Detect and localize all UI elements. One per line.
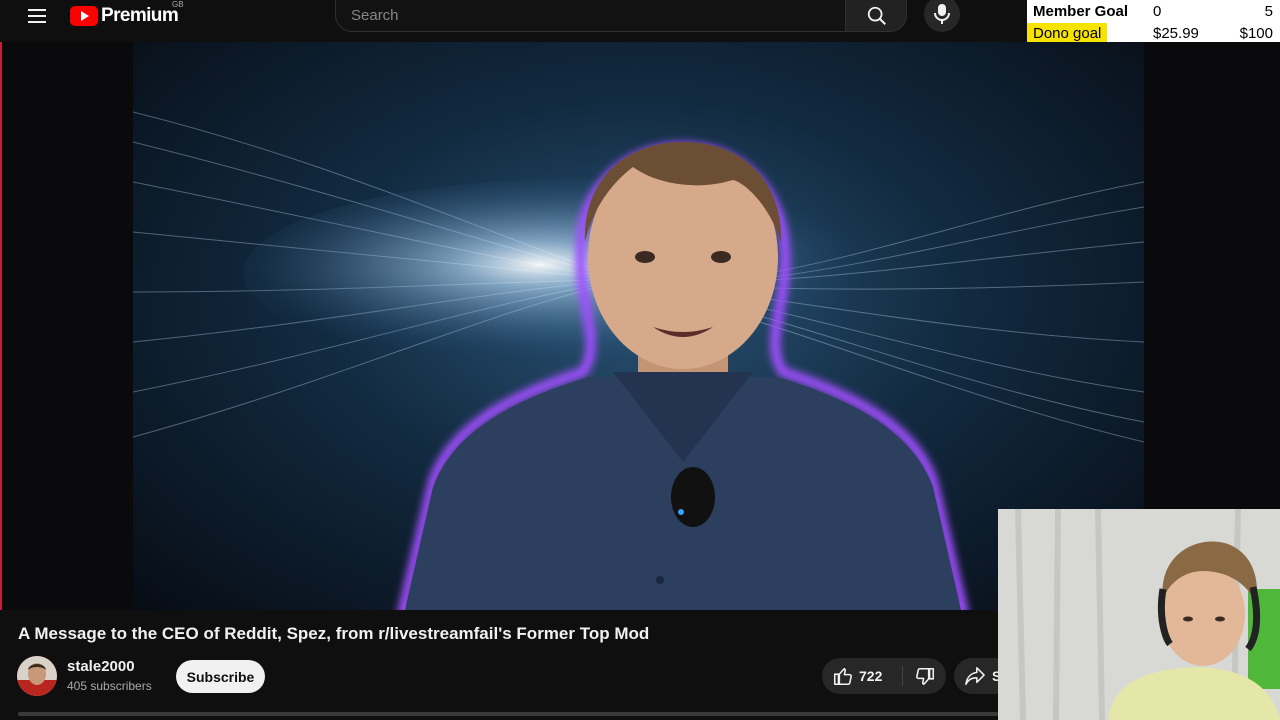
member-goal-row: Member Goal 0 5 <box>1027 1 1280 23</box>
like-button[interactable]: 722 <box>822 658 900 694</box>
like-icon <box>833 667 852 686</box>
video-title: A Message to the CEO of Reddit, Spez, fr… <box>18 624 650 643</box>
like-count: 722 <box>859 668 883 684</box>
search-icon <box>867 6 886 25</box>
logo-text: Premium <box>101 5 179 26</box>
member-goal-target: 5 <box>1264 3 1273 20</box>
search-button[interactable] <box>845 0 907 32</box>
avatar-image <box>17 656 57 696</box>
region-code: GB <box>172 0 184 9</box>
channel-avatar[interactable] <box>17 656 57 696</box>
like-divider <box>902 666 903 686</box>
dono-goal-current: $25.99 <box>1153 25 1199 42</box>
youtube-logo-icon <box>70 6 98 26</box>
video-content-image <box>133 111 1144 610</box>
search-input[interactable] <box>351 5 831 25</box>
menu-icon[interactable] <box>24 4 50 28</box>
description-panel-edge <box>18 712 998 716</box>
dislike-button[interactable] <box>904 658 946 694</box>
search-box <box>335 0 845 32</box>
dono-goal-label: Dono goal <box>1027 23 1108 44</box>
member-goal-current: 0 <box>1153 3 1162 20</box>
mic-icon <box>934 4 950 24</box>
voice-search-button[interactable] <box>924 0 960 32</box>
webcam-image <box>998 509 1280 720</box>
dono-goal-target: $100 <box>1239 25 1273 42</box>
subscribe-button[interactable]: Subscribe <box>176 660 265 693</box>
like-dislike-group: 722 <box>822 658 946 694</box>
dislike-icon <box>916 667 935 686</box>
youtube-premium-logo[interactable]: Premium GB <box>70 0 184 29</box>
stream-goals-overlay: Member Goal 0 5 Dono goal $25.99 $100 <box>1027 0 1280 45</box>
video-frame[interactable] <box>133 42 1144 610</box>
share-icon <box>965 667 985 685</box>
player-edge-accent <box>0 42 2 610</box>
member-goal-label: Member Goal <box>1033 3 1129 20</box>
subscriber-count: 405 subscribers <box>67 679 152 693</box>
channel-name[interactable]: stale2000 <box>67 658 135 675</box>
streamer-webcam <box>998 509 1280 720</box>
